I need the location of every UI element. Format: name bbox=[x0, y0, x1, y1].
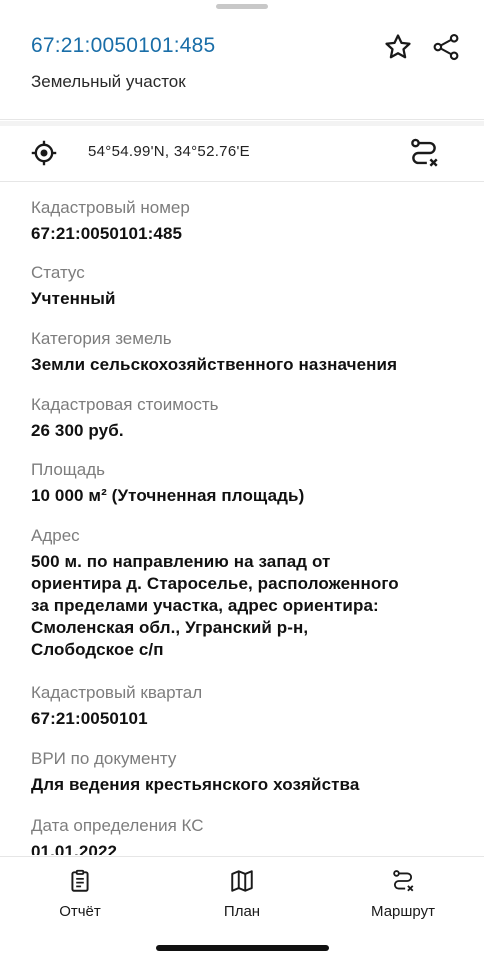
route-icon bbox=[411, 138, 438, 167]
location-target-icon bbox=[29, 138, 59, 168]
field-label: Статус bbox=[31, 263, 85, 282]
field-label: Площадь bbox=[31, 460, 106, 479]
field-value: 67:21:0050101 bbox=[31, 709, 148, 728]
field-label: Кадастровый номер bbox=[31, 198, 190, 217]
field-label: ВРИ по документу bbox=[31, 749, 177, 768]
field-label: Кадастровая стоимость bbox=[31, 395, 219, 414]
field-label: Дата определения КС bbox=[31, 816, 204, 835]
field-status: Статус Учтенный bbox=[31, 262, 471, 310]
field-value: 10 000 м² (Уточненная площадь) bbox=[31, 486, 305, 505]
home-indicator[interactable] bbox=[156, 945, 329, 951]
field-value: Учтенный bbox=[31, 289, 116, 308]
address-line: ориентира д. Староселье, расположенного bbox=[31, 574, 399, 593]
field-value: Для ведения крестьянского хозяйства bbox=[31, 775, 360, 794]
field-value: 500 м. по направлению на запад от ориент… bbox=[31, 551, 471, 661]
clipboard-icon bbox=[66, 867, 94, 895]
field-value: 01.01.2022 bbox=[31, 842, 118, 855]
nav-report-label: Отчёт bbox=[59, 903, 101, 920]
field-address: Адрес 500 м. по направлению на запад от … bbox=[31, 525, 471, 661]
field-label: Адрес bbox=[31, 526, 80, 545]
field-cadastral-quarter: Кадастровый квартал 67:21:0050101 bbox=[31, 682, 471, 730]
share-icon bbox=[433, 33, 459, 61]
address-line: 500 м. по направлению на запад от bbox=[31, 552, 331, 571]
field-value: 67:21:0050101:485 bbox=[31, 224, 183, 243]
nav-route-label: Маршрут bbox=[371, 903, 435, 920]
details-list[interactable]: Кадастровый номер 67:21:0050101:485 Стат… bbox=[0, 183, 484, 855]
address-line: за пределами участка, адрес ориентира: bbox=[31, 596, 379, 615]
nav-report-button[interactable]: Отчёт bbox=[20, 867, 140, 920]
field-value: 26 300 руб. bbox=[31, 421, 124, 440]
field-valuation-date: Дата определения КС 01.01.2022 bbox=[31, 815, 471, 855]
coordinates-text: 54°54.99'N, 34°52.76'E bbox=[88, 143, 250, 160]
nav-plan-label: План bbox=[223, 903, 261, 920]
route-icon bbox=[389, 867, 417, 895]
nav-plan-button[interactable]: План bbox=[182, 867, 302, 920]
header: 67:21:0050101:485 Земельный участок bbox=[0, 0, 484, 120]
coordinates-row[interactable]: 54°54.99'N, 34°52.76'E bbox=[0, 126, 484, 182]
star-icon bbox=[385, 34, 411, 59]
field-label: Категория земель bbox=[31, 329, 172, 348]
object-type: Земельный участок bbox=[31, 72, 186, 91]
field-value: Земли сельскохозяйственного назначения bbox=[31, 355, 398, 374]
field-area: Площадь 10 000 м² (Уточненная площадь) bbox=[31, 459, 471, 507]
build-route-button[interactable] bbox=[405, 134, 443, 172]
field-cadastral-value: Кадастровая стоимость 26 300 руб. bbox=[31, 394, 471, 442]
map-icon bbox=[228, 867, 256, 895]
page-title: 67:21:0050101:485 bbox=[31, 34, 216, 57]
field-cadastral-number: Кадастровый номер 67:21:0050101:485 bbox=[31, 197, 471, 245]
field-permitted-use: ВРИ по документу Для ведения крестьянско… bbox=[31, 748, 471, 796]
field-label: Кадастровый квартал bbox=[31, 683, 203, 702]
favorite-button[interactable] bbox=[381, 30, 415, 64]
nav-route-button[interactable]: Маршрут bbox=[343, 867, 463, 920]
address-line: Смоленская обл., Угранский р-н, bbox=[31, 618, 309, 637]
share-button[interactable] bbox=[429, 30, 463, 64]
field-land-category: Категория земель Земли сельскохозяйствен… bbox=[31, 328, 471, 376]
address-line: Слободское с/п bbox=[31, 640, 164, 659]
